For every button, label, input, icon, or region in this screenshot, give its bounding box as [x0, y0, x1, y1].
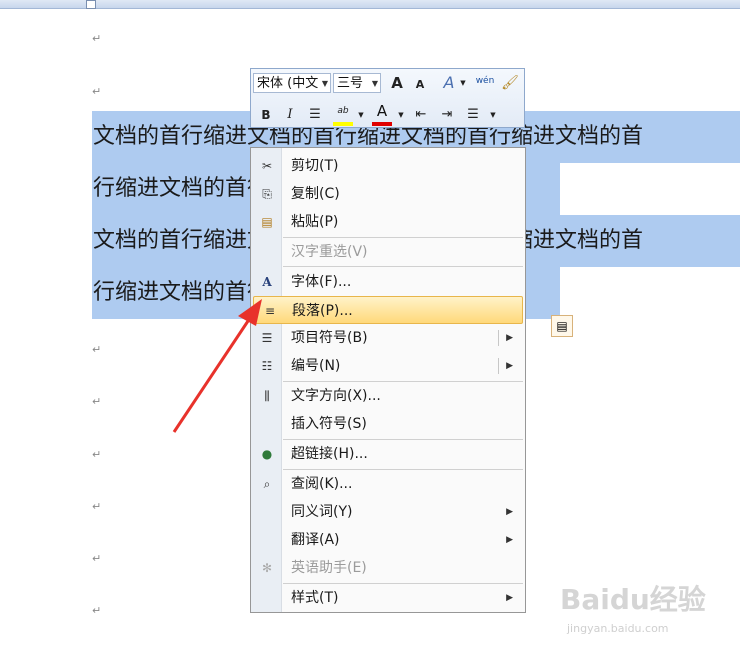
- watermark-url: jingyan.baidu.com: [567, 622, 669, 635]
- annotation-arrow: [172, 299, 262, 433]
- annotation-arrow-shaft: [172, 317, 252, 433]
- annotation-arrow-head: [238, 299, 262, 326]
- watermark-logo: Baidu经验: [560, 583, 706, 616]
